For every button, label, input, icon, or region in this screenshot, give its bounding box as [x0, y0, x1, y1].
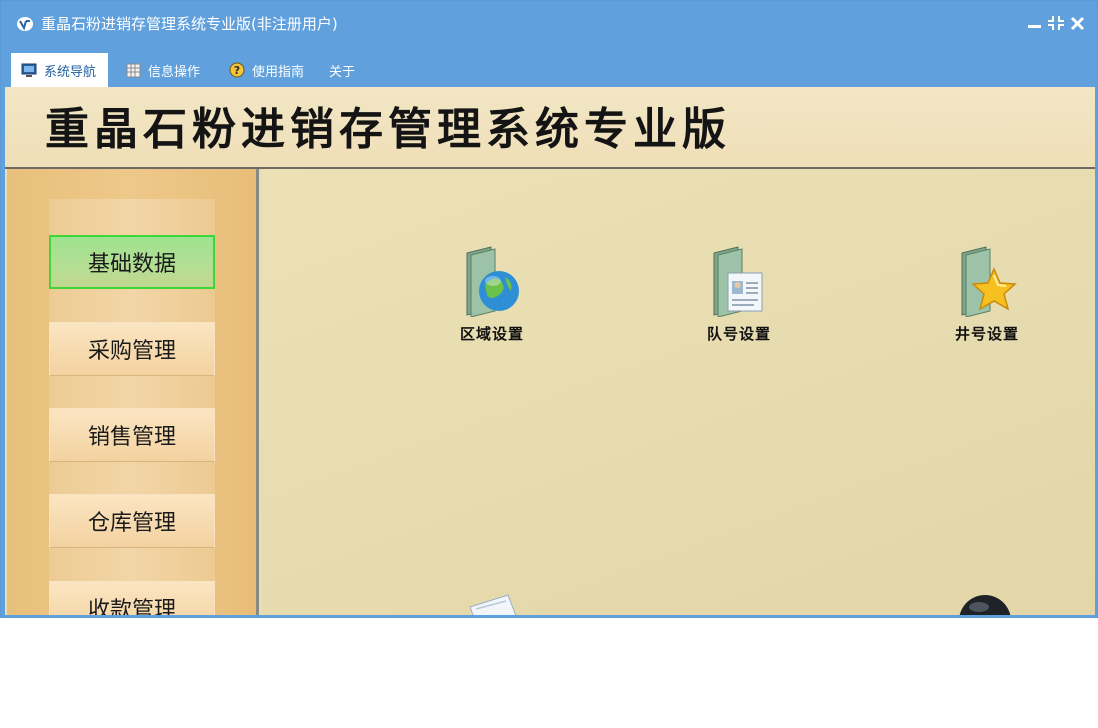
menu-item-info-ops[interactable]: 信息操作 — [116, 53, 216, 87]
sidebar-item-sales[interactable]: 销售管理 — [49, 408, 215, 462]
menu-item-label: 使用指南 — [252, 64, 305, 80]
tile-label: 井号设置 — [954, 325, 1019, 343]
tile-label: 队号设置 — [706, 325, 771, 343]
tile-well-number-settings[interactable]: 井号设置 — [937, 245, 1037, 355]
minimize-icon[interactable] — [1026, 13, 1044, 33]
svg-text:?: ? — [234, 64, 240, 77]
round-dark-icon[interactable] — [957, 593, 1013, 615]
sidebar: 基础数据 采购管理 销售管理 仓库管理 收款管理 — [7, 169, 259, 615]
menu-item-label: 系统导航 — [44, 64, 97, 80]
sidebar-item-label: 仓库管理 — [87, 511, 176, 536]
menu-item-about[interactable]: 关于 — [319, 53, 369, 87]
sidebar-item-label: 收款管理 — [87, 598, 176, 615]
sidebar-item-basic-data[interactable]: 基础数据 — [49, 235, 215, 289]
tile-team-number-settings[interactable]: 队号设置 — [689, 245, 789, 355]
main-panel: 区域设置 队号设置 井号设置 — [262, 169, 1095, 615]
menu-item-user-guide[interactable]: ? 使用指南 — [219, 53, 319, 87]
document-icon[interactable] — [462, 593, 526, 615]
tile-region-settings[interactable]: 区域设置 — [442, 245, 542, 355]
help-icon: ? — [229, 62, 245, 78]
sidebar-item-label: 采购管理 — [87, 339, 176, 364]
restore-icon[interactable] — [1047, 13, 1065, 33]
close-icon[interactable] — [1069, 13, 1087, 33]
tile-label: 区域设置 — [459, 325, 524, 343]
star-folder-icon — [961, 246, 1017, 317]
app-window: 重晶石粉进销存管理系统专业版(非注册用户) 系统导航 信息操作 ? 使用指南 关… — [0, 0, 1098, 618]
sidebar-item-receipt[interactable]: 收款管理 — [49, 581, 215, 615]
sidebar-item-warehouse[interactable]: 仓库管理 — [49, 494, 215, 548]
menu-item-system-nav[interactable]: 系统导航 — [11, 53, 108, 87]
contact-card-folder-icon — [713, 246, 763, 317]
menu-item-label: 关于 — [329, 64, 356, 80]
sidebar-item-label: 基础数据 — [87, 252, 176, 277]
window-title: 重晶石粉进销存管理系统专业版(非注册用户) — [41, 15, 338, 33]
sidebar-item-purchase[interactable]: 采购管理 — [49, 322, 215, 376]
app-logo-icon — [17, 17, 33, 31]
grid-icon — [126, 63, 141, 77]
monitor-icon — [21, 63, 37, 77]
sidebar-item-label: 销售管理 — [87, 425, 176, 450]
globe-folder-icon — [466, 246, 519, 317]
menu-item-label: 信息操作 — [148, 64, 201, 80]
title-bar[interactable]: 重晶石粉进销存管理系统专业版(非注册用户) — [1, 1, 1097, 47]
banner: 重晶石粉进销存管理系统专业版 — [5, 87, 1095, 169]
menu-bar: 系统导航 信息操作 ? 使用指南 关于 — [1, 47, 1097, 87]
banner-title: 重晶石粉进销存管理系统专业版 — [45, 104, 731, 155]
content-area: 重晶石粉进销存管理系统专业版 基础数据 采购管理 销售管理 仓库管理 收款管理 — [5, 87, 1095, 615]
